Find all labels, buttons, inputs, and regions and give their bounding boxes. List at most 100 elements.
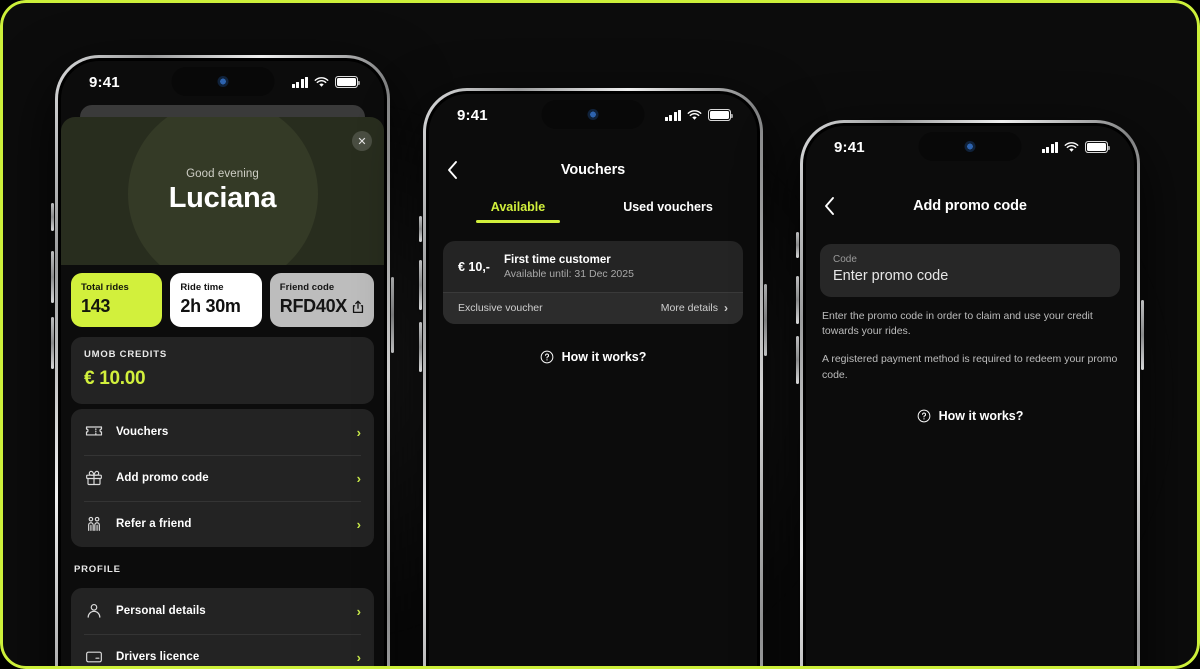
stats-row: Total rides 143 Ride time 2h 30m Friend … [61, 265, 384, 337]
mute-switch[interactable] [419, 216, 422, 242]
how-it-works-button[interactable]: How it works? [806, 409, 1134, 423]
stat-card-friend-code[interactable]: Friend code RFD40X [269, 273, 375, 327]
profile-hero: ✕ Good evening Luciana [61, 117, 384, 265]
phone-mockup-vouchers: 9:41 Vouchers Available Used vouchers € … [419, 88, 767, 669]
menu-item-label: Vouchers [116, 426, 169, 438]
voucher-subtitle: Available until: 31 Dec 2025 [503, 268, 634, 280]
chevron-right-icon: › [724, 301, 728, 315]
how-it-works-label: How it works? [561, 350, 647, 364]
navigation-bar: Add promo code [806, 184, 1134, 228]
share-icon[interactable] [352, 300, 364, 314]
page-title: Vouchers [560, 162, 626, 178]
dynamic-island [918, 132, 1022, 161]
promo-code-field[interactable]: Code Enter promo code [820, 244, 1120, 297]
people-icon [88, 516, 100, 531]
tab-available[interactable]: Available [443, 200, 593, 223]
chevron-left-icon[interactable] [447, 161, 458, 180]
phone-mockup-add-promo-code: 9:41 Add promo code Code Enter promo cod… [796, 120, 1144, 669]
promo-code-input[interactable]: Enter promo code [833, 268, 1107, 284]
screenshot-stage: 9:41 ✕ Good evening Luciana Total rides … [0, 0, 1200, 669]
tab-used-vouchers[interactable]: Used vouchers [593, 200, 743, 223]
promo-description-2: A registered payment method is required … [822, 353, 1118, 381]
menu-item-personal-details[interactable]: Personal details › [71, 588, 374, 634]
menu-item-drivers-licence[interactable]: Drivers licence › [71, 634, 374, 669]
page-title: Add promo code [913, 198, 1027, 214]
volume-down-button[interactable] [796, 336, 799, 384]
chevron-right-icon: › [356, 424, 361, 440]
menu-item-label: Refer a friend [116, 518, 192, 530]
menu-item-refer-a-friend[interactable]: Refer a friend › [71, 501, 374, 547]
status-time: 9:41 [89, 73, 120, 91]
phone2-screen: 9:41 Vouchers Available Used vouchers € … [429, 94, 757, 669]
battery-icon [335, 76, 360, 88]
wifi-icon [314, 76, 329, 87]
chevron-right-icon: › [356, 649, 361, 665]
dynamic-island [171, 67, 274, 96]
mute-switch[interactable] [796, 232, 799, 258]
power-button[interactable] [1141, 300, 1144, 370]
voucher-title: First time customer [503, 254, 611, 266]
power-button[interactable] [764, 284, 767, 356]
stat-card-total-rides[interactable]: Total rides 143 [71, 273, 163, 327]
voucher-tabs: Available Used vouchers [429, 200, 757, 223]
voucher-card[interactable]: € 10,- First time customer Available unt… [443, 241, 743, 324]
gift-icon [86, 470, 102, 486]
status-bar: 9:41 [61, 61, 384, 103]
stat-value: RFD40X [279, 296, 348, 316]
wifi-icon [687, 109, 702, 120]
phone1-screen: 9:41 ✕ Good evening Luciana Total rides … [61, 61, 384, 669]
face-id-icon [217, 76, 228, 87]
menu-item-label: Add promo code [116, 472, 209, 484]
status-time: 9:41 [457, 106, 488, 124]
volume-down-button[interactable] [51, 317, 54, 369]
phone3-screen: 9:41 Add promo code Code Enter promo cod… [806, 126, 1134, 669]
credits-amount: € 10.00 [84, 368, 146, 389]
stat-label: Ride time [180, 282, 224, 293]
menu-item-add-promo-code[interactable]: Add promo code › [71, 455, 374, 501]
section-caption-profile: PROFILE [74, 564, 121, 575]
how-it-works-button[interactable]: How it works? [429, 350, 757, 364]
mute-switch[interactable] [51, 203, 54, 231]
stat-label: Total rides [81, 282, 129, 293]
volume-up-button[interactable] [51, 251, 54, 303]
stat-value: 2h 30m [180, 296, 241, 316]
battery-icon [1085, 141, 1110, 153]
status-bar: 9:41 [429, 94, 757, 136]
chevron-right-icon: › [356, 516, 361, 532]
face-id-icon [587, 109, 599, 120]
menu-item-vouchers[interactable]: Vouchers › [71, 409, 374, 455]
user-name: Luciana [168, 181, 277, 214]
battery-icon [708, 109, 733, 121]
status-time: 9:41 [834, 138, 865, 156]
power-button[interactable] [391, 277, 394, 353]
cellular-signal-icon [1041, 141, 1058, 153]
question-circle-icon [917, 409, 930, 423]
phone-mockup-profile: 9:41 ✕ Good evening Luciana Total rides … [51, 55, 394, 669]
face-id-icon [964, 141, 976, 152]
voucher-card-footer[interactable]: Exclusive voucher More details › [443, 292, 743, 324]
promo-code-label: Code [833, 254, 857, 265]
profile-menu-group: Personal details › Drivers licence › [71, 588, 374, 669]
more-details-link[interactable]: More details › [661, 302, 728, 314]
ticket-icon [85, 426, 103, 436]
credits-card: UMOB CREDITS € 10.00 [71, 337, 374, 404]
volume-down-button[interactable] [419, 322, 422, 372]
volume-up-button[interactable] [419, 260, 422, 310]
cellular-signal-icon [291, 76, 308, 88]
stat-value: 143 [81, 296, 111, 316]
volume-up-button[interactable] [796, 276, 799, 324]
wifi-icon [1064, 141, 1079, 152]
person-icon [87, 604, 101, 618]
stat-card-ride-time[interactable]: Ride time 2h 30m [170, 273, 262, 327]
chevron-left-icon[interactable] [824, 197, 835, 216]
how-it-works-label: How it works? [938, 408, 1024, 423]
wallet-menu-group: Vouchers › Add promo code › Refer a frie… [71, 409, 374, 547]
voucher-amount: € 10,- [458, 260, 490, 274]
menu-item-label: Drivers licence [116, 651, 200, 663]
more-details-label: More details [660, 302, 718, 314]
sheet-grabber[interactable] [80, 105, 365, 117]
voucher-footer-label: Exclusive voucher [458, 302, 543, 314]
close-icon[interactable]: ✕ [352, 131, 372, 151]
stat-label: Friend code [279, 282, 335, 293]
navigation-bar: Vouchers [429, 148, 757, 192]
